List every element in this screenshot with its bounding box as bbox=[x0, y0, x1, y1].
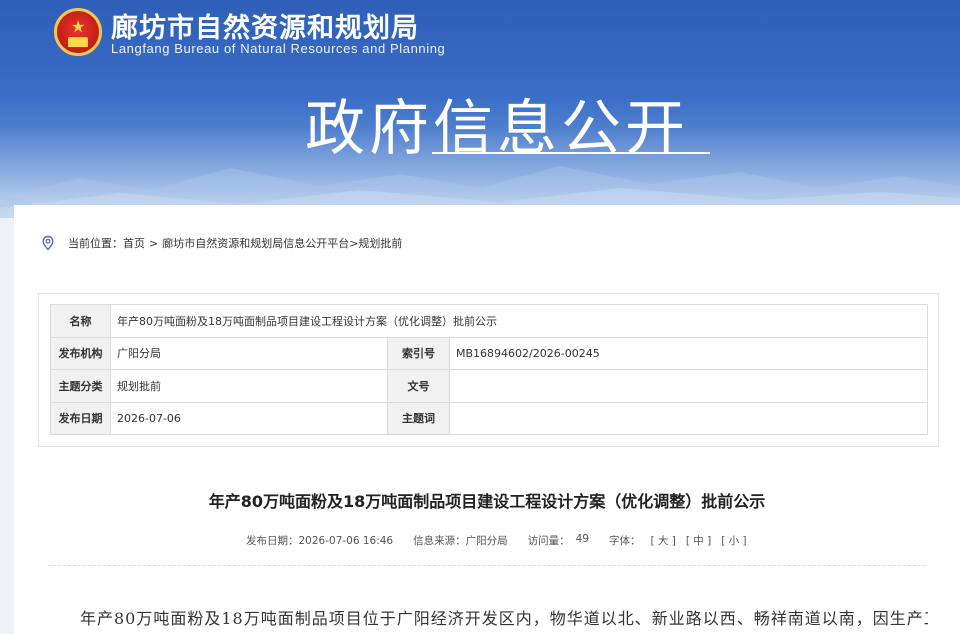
article-title: 年产80万吨面粉及18万吨面制品项目建设工程设计方案（优化调整）批前公示 bbox=[208, 492, 766, 511]
meta-docno-label: 文号 bbox=[387, 369, 450, 403]
meta-publisher-value: 广阳分局 bbox=[110, 336, 388, 370]
meta-publisher-label: 发布机构 bbox=[50, 336, 111, 370]
meta-keywords-value bbox=[449, 401, 928, 435]
font-small-button[interactable]: [ 小 ] bbox=[721, 533, 746, 548]
content-card: 当前位置： 首页 > 廊坊市自然资源和规划局信息公开平台>规划批前 名称 年产8… bbox=[14, 205, 960, 634]
article-info-bar: 发布日期：2026-07-06 16:46 信息来源：广阳分局 访问量： 49 … bbox=[246, 533, 753, 548]
breadcrumb: 当前位置： 首页 > 廊坊市自然资源和规划局信息公开平台>规划批前 bbox=[40, 235, 402, 251]
meta-index-value: MB16894602/2026-00245 bbox=[449, 336, 928, 370]
org-name-en: Langfang Bureau of Natural Resources and… bbox=[111, 41, 446, 56]
table-row: 主题分类 规划批前 文号 bbox=[50, 369, 928, 403]
meta-keywords-label: 主题词 bbox=[387, 401, 450, 435]
national-emblem-icon[interactable]: ★ bbox=[54, 8, 102, 56]
metadata-panel: 名称 年产80万吨面粉及18万吨面制品项目建设工程设计方案（优化调整）批前公示 … bbox=[38, 293, 939, 447]
font-size-label: 字体： bbox=[609, 535, 641, 547]
table-row: 名称 年产80万吨面粉及18万吨面制品项目建设工程设计方案（优化调整）批前公示 bbox=[50, 304, 928, 338]
table-row: 发布日期 2026-07-06 主题词 bbox=[50, 401, 928, 435]
org-name-cn[interactable]: 廊坊市自然资源和规划局 bbox=[111, 6, 419, 45]
content-divider bbox=[48, 565, 926, 566]
meta-category-label: 主题分类 bbox=[50, 369, 111, 403]
font-large-button[interactable]: [ 大 ] bbox=[651, 533, 676, 548]
meta-date-value: 2026-07-06 bbox=[110, 401, 388, 435]
visits-count: 49 bbox=[575, 533, 589, 545]
section-title-underline bbox=[432, 152, 710, 154]
info-source: 信息来源：广阳分局 bbox=[413, 535, 508, 547]
article-body-paragraph: 年产80万吨面粉及18万吨面制品项目位于广阳经济开发区内，物华道以北、新业路以西… bbox=[80, 609, 928, 628]
meta-date-label: 发布日期 bbox=[50, 401, 111, 435]
breadcrumb-separator: > bbox=[149, 236, 159, 250]
location-pin-icon bbox=[42, 235, 54, 251]
font-medium-button[interactable]: [ 中 ] bbox=[686, 533, 711, 548]
publish-time: 发布日期：2026-07-06 16:46 bbox=[246, 535, 394, 547]
metadata-table: 名称 年产80万吨面粉及18万吨面制品项目建设工程设计方案（优化调整）批前公示 … bbox=[50, 304, 928, 435]
breadcrumb-prefix: 当前位置： bbox=[68, 237, 123, 250]
table-row: 发布机构 广阳分局 索引号 MB16894602/2026-00245 bbox=[50, 336, 928, 370]
meta-docno-value bbox=[449, 369, 928, 403]
meta-category-value: 规划批前 bbox=[110, 369, 388, 403]
meta-name-value: 年产80万吨面粉及18万吨面制品项目建设工程设计方案（优化调整）批前公示 bbox=[110, 304, 928, 338]
meta-index-label: 索引号 bbox=[387, 336, 450, 370]
header-banner: ★ 廊坊市自然资源和规划局 Langfang Bureau of Natural… bbox=[0, 0, 960, 218]
breadcrumb-platform-link[interactable]: 廊坊市自然资源和规划局信息公开平台>规划批前 bbox=[162, 235, 402, 251]
breadcrumb-home-link[interactable]: 首页 bbox=[123, 235, 145, 251]
meta-name-label: 名称 bbox=[50, 304, 111, 338]
visits-label: 访问量： bbox=[527, 535, 570, 547]
